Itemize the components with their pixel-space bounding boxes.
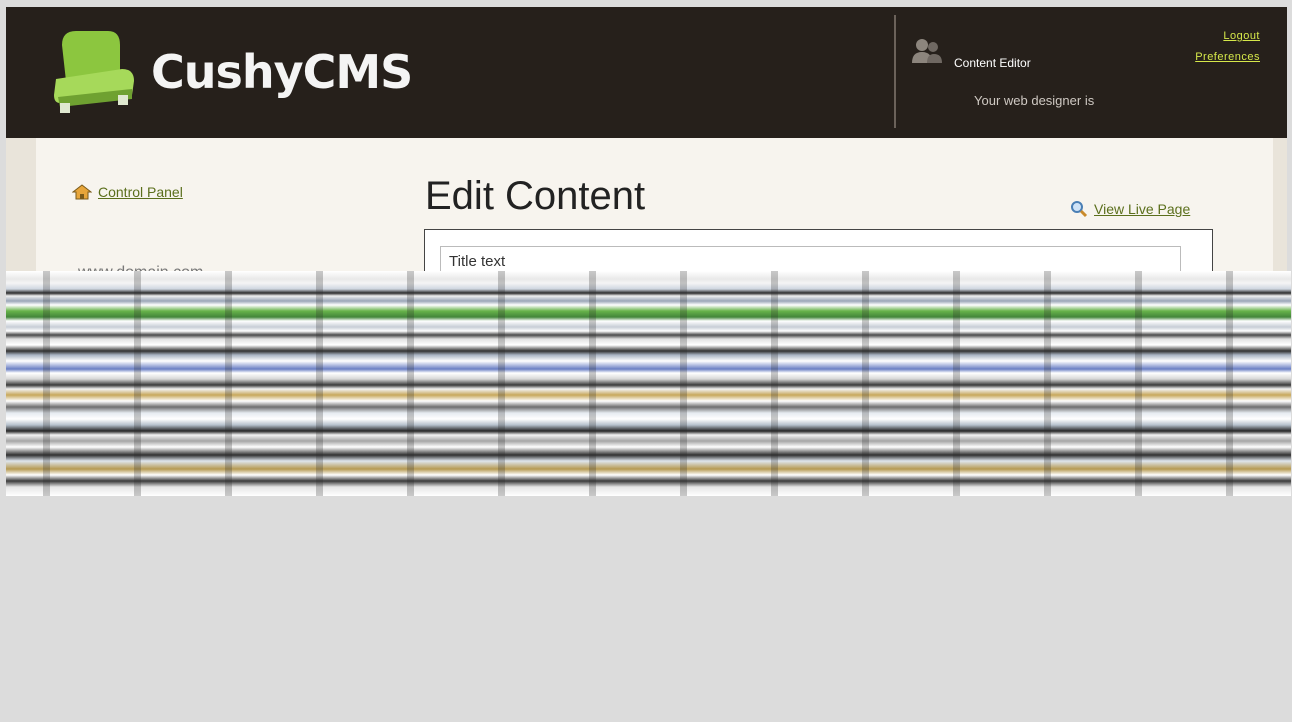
corrupted-render-region	[6, 271, 1291, 496]
preferences-link[interactable]: Preferences	[1195, 51, 1260, 63]
view-live-page-label: View Live Page	[1094, 201, 1191, 217]
chair-logo-icon	[54, 31, 134, 113]
web-designer-text: Your web designer is	[974, 93, 1095, 108]
header-divider	[894, 15, 896, 128]
home-icon	[72, 184, 92, 200]
user-role-label: Content Editor	[954, 56, 1031, 70]
top-header: CushyCMS Content Editor Your web designe…	[6, 7, 1287, 138]
page-title: Edit Content	[425, 174, 646, 218]
magnifier-icon	[1071, 201, 1088, 218]
content-area: Control Panel www.domain.com Edit Conten…	[36, 138, 1273, 291]
control-panel-label: Control Panel	[98, 184, 183, 200]
page-frame: Control Panel www.domain.com Edit Conten…	[6, 138, 1287, 291]
view-live-page-link[interactable]: View Live Page	[1070, 200, 1190, 218]
control-panel-link[interactable]: Control Panel	[72, 184, 183, 200]
brand-logo-text: CushyCMS	[151, 45, 413, 99]
logout-link[interactable]: Logout	[1223, 30, 1260, 42]
user-icon	[912, 39, 942, 63]
